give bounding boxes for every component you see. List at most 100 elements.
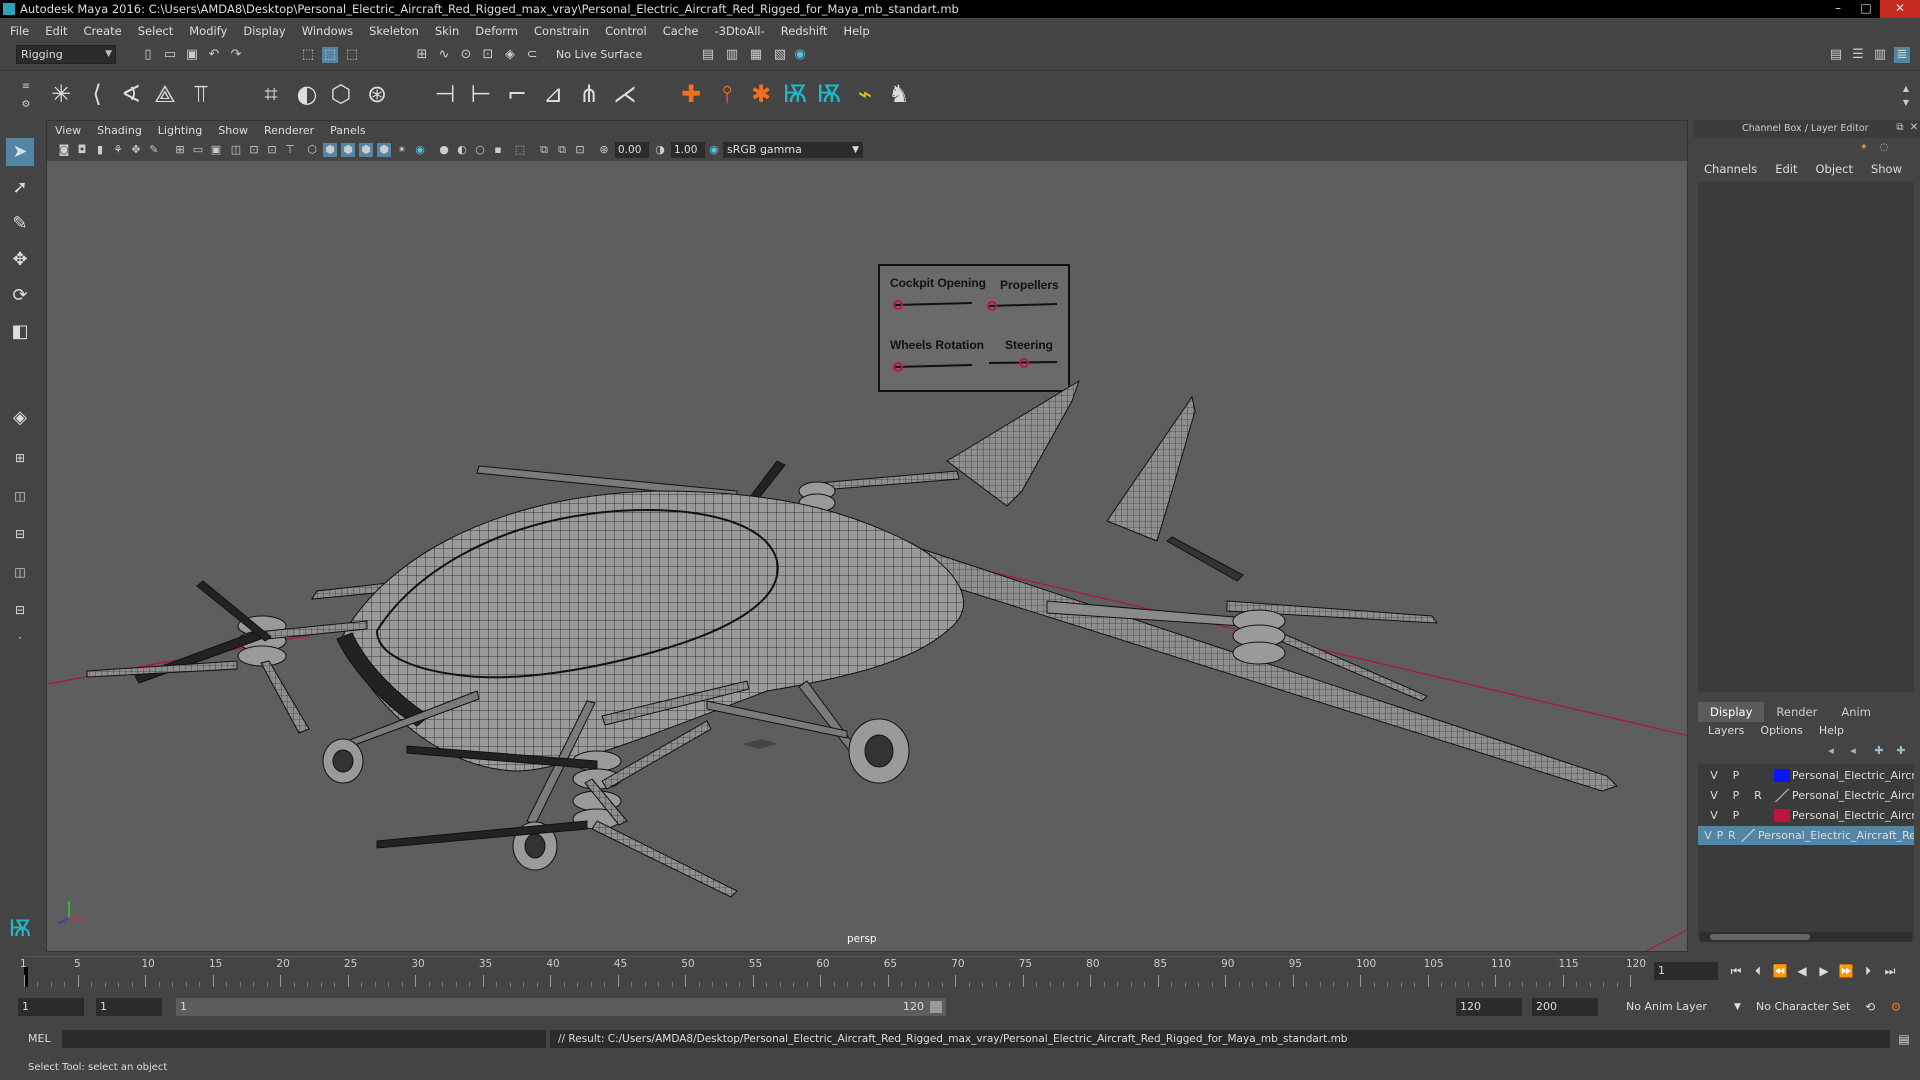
scale-constraint-icon[interactable]: ⊿ (538, 79, 568, 109)
play-forward-icon[interactable]: ▶ (1814, 962, 1834, 980)
redo-icon[interactable]: ↷ (228, 47, 244, 63)
shadows-icon[interactable]: ✴ (395, 143, 409, 157)
menu-3dtoall[interactable]: -3DtoAll- (714, 24, 764, 38)
view-transform-dropdown[interactable]: sRGB gamma ▼ (723, 142, 863, 158)
cb-menu-show[interactable]: Show (1871, 162, 1902, 176)
menu-skeleton[interactable]: Skeleton (369, 24, 419, 38)
grease-pencil-icon[interactable]: ✎ (147, 143, 161, 157)
viewport-persp[interactable]: View Shading Lighting Show Renderer Pane… (46, 120, 1688, 952)
layer-visibility[interactable]: V (1706, 808, 1722, 823)
snap-point-icon[interactable]: ⊙ (458, 47, 474, 63)
exposure-icon[interactable]: ⊛ (597, 143, 611, 157)
range-handle[interactable] (930, 1001, 942, 1013)
move-layer-up-icon[interactable]: ◂ (1822, 744, 1840, 758)
menu-control[interactable]: Control (605, 24, 647, 38)
attr-toggle-icon[interactable]: ◌ (1876, 140, 1892, 156)
cb-menu-edit[interactable]: Edit (1775, 162, 1797, 176)
insert-joint-icon[interactable]: ⟁ (150, 79, 180, 109)
tab-anim[interactable]: Anim (1829, 702, 1883, 722)
orient-constraint-icon[interactable]: ⌐ (502, 79, 532, 109)
side-by-side-layout-icon[interactable]: ◫ (6, 482, 34, 510)
new-layer-icon[interactable]: ✚ (1870, 744, 1888, 758)
layer-color-swatch[interactable] (1774, 789, 1790, 802)
wireframe-on-shaded-icon[interactable]: ⬢ (341, 143, 355, 157)
cb-menu-object[interactable]: Object (1816, 162, 1853, 176)
layer-playback[interactable]: P (1728, 808, 1744, 823)
resolution-gate-icon[interactable]: ▣ (209, 143, 223, 157)
skeleton-figure-icon[interactable]: ♞ (884, 79, 914, 109)
maximize-button[interactable]: □ (1852, 0, 1880, 18)
auto-key-icon[interactable]: ⟲ (1860, 998, 1880, 1016)
close-panel-icon[interactable]: ✕ (1906, 120, 1920, 136)
modeling-toolkit-icon[interactable]: ▤ (1828, 47, 1844, 63)
gamma-icon[interactable]: ◑ (653, 143, 667, 157)
blend-shape-icon[interactable]: ✱ (746, 79, 776, 109)
render-settings-icon[interactable]: ▧ (772, 47, 788, 63)
channel-toggle-icon[interactable]: ✦ (1856, 140, 1872, 156)
layer-color-swatch[interactable] (1774, 809, 1790, 822)
anim-prefs-icon[interactable]: ⚙ (1886, 998, 1906, 1016)
save-scene-icon[interactable]: ▣ (184, 47, 200, 63)
aircraft-mesh[interactable] (86, 379, 1618, 898)
single-view-layout-icon[interactable]: ◈ (6, 404, 34, 432)
open-scene-icon[interactable]: ▭ (162, 47, 178, 63)
le-menu-layers[interactable]: Layers (1708, 724, 1744, 737)
shelf-settings-icon[interactable]: ⚙ (18, 97, 34, 113)
layer-row-selected[interactable]: V P R Personal_Electric_Aircraft_Red (1698, 826, 1914, 845)
step-forward-key-icon[interactable]: ⏩ (1836, 962, 1856, 980)
bind-skin-icon[interactable]: ⌗ (256, 79, 286, 109)
scrollbar-thumb[interactable] (1710, 934, 1810, 940)
attribute-editor-icon[interactable]: ☰ (1850, 47, 1866, 63)
lights-icon[interactable]: ⬢ (377, 143, 391, 157)
playback-start-field[interactable]: 1 (96, 998, 162, 1016)
panel-menu-renderer[interactable]: Renderer (264, 124, 314, 137)
hypershade-layout-icon[interactable]: ⊟ (6, 596, 34, 624)
mel-command-input[interactable] (62, 1030, 546, 1048)
isolate-select-icon[interactable]: ⬚ (513, 143, 527, 157)
select-hierarchy-icon[interactable]: ⬚ (300, 47, 316, 63)
menu-edit[interactable]: Edit (45, 24, 67, 38)
motion-blur-icon[interactable]: ◐ (455, 143, 469, 157)
ik-spline-icon[interactable]: ∢ (116, 79, 146, 109)
lasso-tool-icon[interactable]: ➚ (6, 174, 34, 202)
layer-playback[interactable]: P (1728, 768, 1744, 783)
aim-constraint-icon[interactable]: ⋔ (574, 79, 604, 109)
layer-list-scrollbar[interactable] (1700, 932, 1912, 942)
point-constraint-icon[interactable]: ⊢ (466, 79, 496, 109)
camera-attr-icon[interactable]: ◘ (75, 143, 89, 157)
custom-layout-icon[interactable]: · (6, 624, 34, 652)
script-editor-icon[interactable]: ▤ (1894, 1030, 1914, 1048)
new-layer-selected-icon[interactable]: ✚ (1892, 744, 1910, 758)
rig-control-board[interactable]: Cockpit Opening Propellers Wheels Rotati… (878, 264, 1070, 392)
ipr-icon[interactable]: ▦ (748, 47, 764, 63)
layer-playback[interactable]: P (1728, 788, 1744, 803)
magnet-icon[interactable]: ⊂ (524, 47, 540, 63)
safe-title-icon[interactable]: ⊤ (283, 143, 297, 157)
persp-graph-layout-icon[interactable]: ⊟ (6, 520, 34, 548)
select-tool-icon[interactable]: ➤ (6, 138, 34, 166)
step-back-key-icon[interactable]: ⏪ (1770, 962, 1790, 980)
smooth-bind-icon[interactable]: ◐ (292, 79, 322, 109)
time-slider-track[interactable]: 1 5 10 15 20 25 30 35 40 45 50 55 60 65 70 75 80 85 90 95 10… (20, 956, 1648, 987)
tool-settings-icon[interactable]: ▥ (1872, 47, 1888, 63)
paint-weights-icon[interactable]: ⌁ (850, 79, 880, 109)
locator-icon[interactable]: ✚ (676, 79, 706, 109)
tab-render[interactable]: Render (1764, 702, 1829, 722)
backface-icon[interactable]: ⊡ (573, 143, 587, 157)
grid-icon[interactable]: ⊞ (173, 143, 187, 157)
cluster-icon[interactable]: ⊛ (362, 79, 392, 109)
menu-file[interactable]: File (10, 24, 29, 38)
joint-tool-icon[interactable]: ✳ (46, 79, 76, 109)
shelf-scroll-down-icon[interactable]: ▼ (1898, 95, 1914, 111)
go-to-end-icon[interactable]: ⏭ (1880, 962, 1900, 980)
2d-pan-icon[interactable]: ✥ (129, 143, 143, 157)
snap-curve-icon[interactable]: ∿ (436, 47, 452, 63)
menu-help[interactable]: Help (843, 24, 869, 38)
xray-joints-icon[interactable]: ⧉ (537, 143, 551, 157)
le-menu-options[interactable]: Options (1760, 724, 1802, 737)
layer-display-type[interactable] (1750, 768, 1766, 783)
menu-windows[interactable]: Windows (302, 24, 353, 38)
ik-handle-icon[interactable]: ⟨ (82, 79, 112, 109)
image-plane-icon[interactable]: ⚘ (111, 143, 125, 157)
rotate-tool-icon[interactable]: ⟳ (6, 282, 34, 310)
